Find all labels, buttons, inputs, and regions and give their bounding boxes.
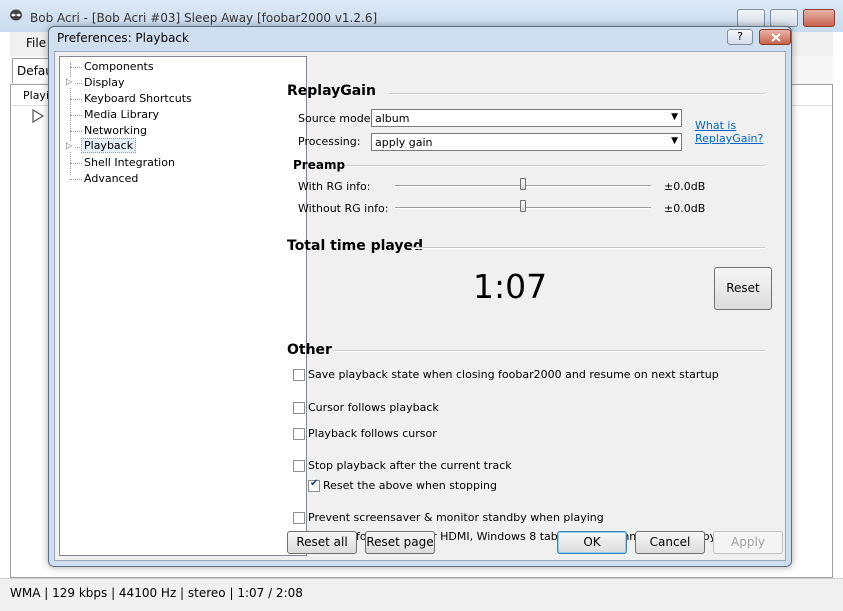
processing-select[interactable]: apply gain ▼ — [371, 133, 682, 151]
dialog-body: Components ▷ Display Keyboard Shortcuts … — [54, 51, 786, 561]
prevent-screensaver-label: Prevent screensaver & monitor standby wh… — [308, 511, 604, 524]
expand-arrow-icon[interactable]: ▷ — [66, 141, 74, 151]
close-icon — [771, 33, 781, 42]
apply-button[interactable]: Apply — [713, 531, 783, 554]
tree-connector — [70, 163, 82, 164]
expand-arrow-icon[interactable]: ▷ — [66, 77, 74, 87]
reset-time-button[interactable]: Reset — [714, 267, 772, 310]
tree-item-shell-integration[interactable]: Shell Integration — [84, 156, 175, 171]
dropdown-arrow-icon: ▼ — [671, 136, 678, 146]
what-is-replaygain-link[interactable]: What is ReplayGain? — [695, 119, 763, 145]
other-section-title: Other — [287, 342, 332, 358]
section-divider — [389, 93, 765, 95]
main-window-title: Bob Acri - [Bob Acri #03] Sleep Away [fo… — [30, 11, 378, 25]
source-mode-value: album — [375, 112, 410, 125]
replaygain-section-title: ReplayGain — [287, 83, 376, 99]
tree-connector — [70, 179, 82, 180]
dialog-close-button[interactable] — [759, 29, 791, 45]
section-divider — [345, 165, 765, 167]
save-playback-state-label: Save playback state when closing foobar2… — [308, 368, 719, 381]
processing-value: apply gain — [375, 136, 433, 149]
menu-file[interactable]: File — [26, 36, 46, 50]
preferences-dialog: Preferences: Playback ? Components ▷ Dis… — [48, 26, 792, 567]
tree-connector — [70, 115, 82, 116]
source-mode-select[interactable]: album ▼ — [371, 109, 682, 127]
preferences-tree[interactable]: Components ▷ Display Keyboard Shortcuts … — [59, 56, 307, 556]
cursor-follows-playback-checkbox[interactable] — [293, 402, 305, 414]
reset-all-button[interactable]: Reset all — [287, 531, 357, 554]
section-divider — [411, 247, 765, 249]
play-indicator-icon — [32, 109, 45, 123]
source-mode-label: Source mode: — [298, 112, 375, 125]
maximize-button[interactable] — [770, 9, 798, 27]
stop-after-current-checkbox[interactable] — [293, 460, 305, 472]
tree-connector — [70, 67, 82, 68]
prevent-screensaver-checkbox[interactable] — [293, 512, 305, 524]
tree-item-media-library[interactable]: Media Library — [84, 108, 159, 123]
help-button[interactable]: ? — [727, 29, 753, 45]
reset-page-button[interactable]: Reset page — [365, 531, 435, 554]
with-rg-value: ±0.0dB — [664, 180, 706, 193]
playback-follows-cursor-checkbox[interactable] — [293, 428, 305, 440]
link-line-2: ReplayGain? — [695, 132, 764, 145]
dropdown-arrow-icon: ▼ — [671, 112, 678, 122]
tree-item-networking[interactable]: Networking — [84, 124, 147, 139]
tree-item-components[interactable]: Components — [84, 60, 154, 75]
tree-item-advanced[interactable]: Advanced — [84, 172, 138, 187]
processing-label: Processing: — [298, 135, 361, 148]
save-playback-state-checkbox[interactable] — [293, 369, 305, 381]
section-divider — [333, 350, 765, 352]
tree-connector — [70, 99, 82, 100]
status-text: WMA | 129 kbps | 44100 Hz | stereo | 1:0… — [10, 586, 303, 600]
with-rg-slider-thumb[interactable] — [520, 178, 526, 190]
tree-connector — [70, 131, 82, 132]
link-line-1: What is — [695, 119, 737, 132]
without-rg-slider-thumb[interactable] — [520, 200, 526, 212]
close-window-button[interactable] — [803, 9, 835, 27]
cancel-button[interactable]: Cancel — [635, 531, 705, 554]
stop-after-current-label: Stop playback after the current track — [308, 459, 512, 472]
ok-button[interactable]: OK — [557, 531, 627, 554]
without-rg-value: ±0.0dB — [664, 202, 706, 215]
tree-item-keyboard-shortcuts[interactable]: Keyboard Shortcuts — [84, 92, 192, 107]
tree-item-display[interactable]: Display — [84, 76, 125, 91]
foobar-alien-icon — [10, 9, 22, 21]
cursor-follows-playback-label: Cursor follows playback — [308, 401, 439, 414]
reset-when-stopping-checkbox[interactable] — [308, 478, 320, 492]
preamp-section-title: Preamp — [293, 158, 346, 172]
total-time-value: 1:07 — [473, 267, 548, 306]
tree-item-playback-label: Playback — [81, 138, 137, 153]
question-icon: ? — [737, 30, 743, 43]
reset-when-stopping-label: Reset the above when stopping — [323, 479, 497, 492]
playback-follows-cursor-label: Playback follows cursor — [308, 427, 437, 440]
with-rg-label: With RG info: — [298, 180, 371, 193]
dialog-title: Preferences: Playback — [57, 31, 189, 45]
tree-item-playback[interactable]: Playback — [81, 138, 137, 154]
without-rg-label: Without RG info: — [298, 202, 389, 215]
status-bar: WMA | 129 kbps | 44100 Hz | stereo | 1:0… — [0, 578, 843, 611]
total-time-section-title: Total time played — [287, 238, 424, 254]
minimize-button[interactable] — [737, 9, 765, 27]
